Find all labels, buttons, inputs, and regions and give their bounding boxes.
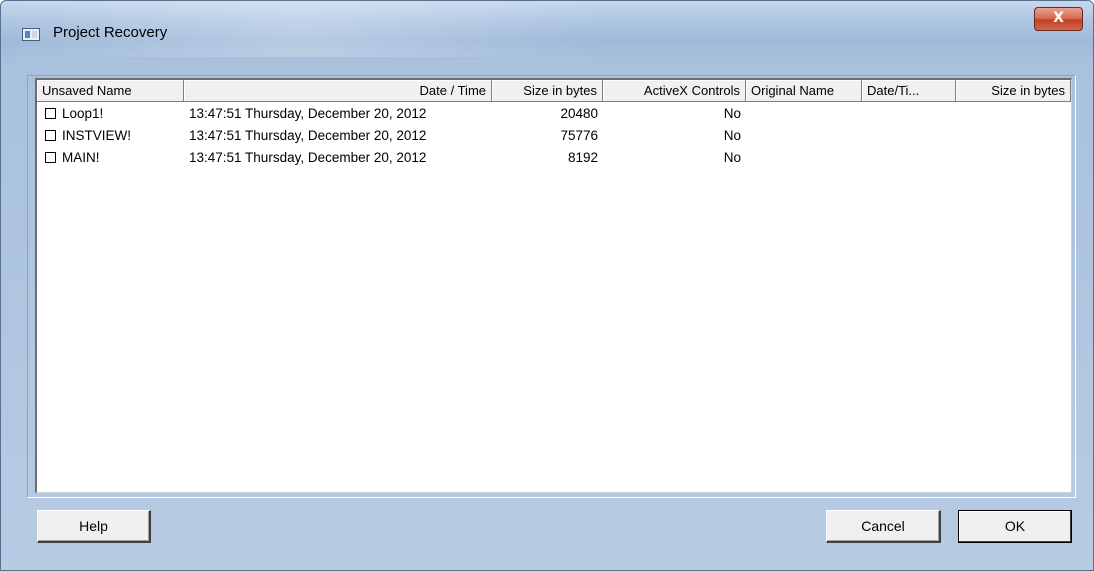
column-header-size[interactable]: Size in bytes (492, 80, 603, 102)
window-icon (22, 28, 40, 41)
original-date-cell (862, 125, 956, 147)
original-size-cell (956, 147, 1071, 169)
column-header-original-size[interactable]: Size in bytes (956, 80, 1071, 102)
original-date-cell (862, 147, 956, 169)
list-row[interactable]: INSTVIEW! 13:47:51 Thursday, December 20… (37, 125, 1071, 147)
column-header-original-name[interactable]: Original Name (746, 80, 862, 102)
unsaved-name: MAIN! (62, 150, 100, 165)
list-row[interactable]: MAIN! 13:47:51 Thursday, December 20, 20… (37, 147, 1071, 169)
date-time-cell: 13:47:51 Thursday, December 20, 2012 (189, 128, 427, 143)
column-header-date-time[interactable]: Date / Time (184, 80, 492, 102)
list-row[interactable]: Loop1! 13:47:51 Thursday, December 20, 2… (37, 103, 1071, 125)
unsaved-name-cell: INSTVIEW! (37, 125, 184, 147)
unsaved-name-cell: MAIN! (37, 147, 184, 169)
date-time-cell: 13:47:51 Thursday, December 20, 2012 (189, 106, 427, 121)
original-date-cell (862, 103, 956, 125)
recovery-file-list[interactable]: Unsaved Name Date / Time Size in bytes A… (35, 78, 1072, 493)
title-bar[interactable]: Project Recovery X (1, 1, 1093, 57)
original-size-cell (956, 103, 1071, 125)
unsaved-name: INSTVIEW! (62, 128, 132, 143)
original-size-cell (956, 125, 1071, 147)
row-checkbox[interactable] (45, 108, 56, 119)
size-cell: 20480 (560, 106, 598, 121)
window-title: Project Recovery (53, 24, 168, 41)
close-button[interactable]: X (1034, 7, 1083, 31)
original-name-cell (746, 125, 862, 147)
cancel-button[interactable]: Cancel (826, 510, 941, 543)
activex-cell: No (723, 128, 741, 143)
column-header-unsaved-name[interactable]: Unsaved Name (37, 80, 184, 102)
unsaved-name: Loop1! (62, 106, 104, 121)
list-header: Unsaved Name Date / Time Size in bytes A… (37, 80, 1071, 102)
column-header-activex-controls[interactable]: ActiveX Controls (603, 80, 746, 102)
column-header-original-date[interactable]: Date/Ti... (862, 80, 956, 102)
activex-cell: No (723, 150, 741, 165)
unsaved-name-cell: Loop1! (37, 103, 184, 125)
original-name-cell (746, 103, 862, 125)
row-checkbox[interactable] (45, 130, 56, 141)
original-name-cell (746, 147, 862, 169)
date-time-cell: 13:47:51 Thursday, December 20, 2012 (189, 150, 427, 165)
activex-cell: No (723, 106, 741, 121)
ok-button[interactable]: OK (958, 510, 1072, 543)
size-cell: 8192 (567, 150, 598, 165)
row-checkbox[interactable] (45, 152, 56, 163)
list-body: Loop1! 13:47:51 Thursday, December 20, 2… (37, 103, 1071, 169)
size-cell: 75776 (560, 128, 598, 143)
help-button[interactable]: Help (37, 510, 151, 543)
